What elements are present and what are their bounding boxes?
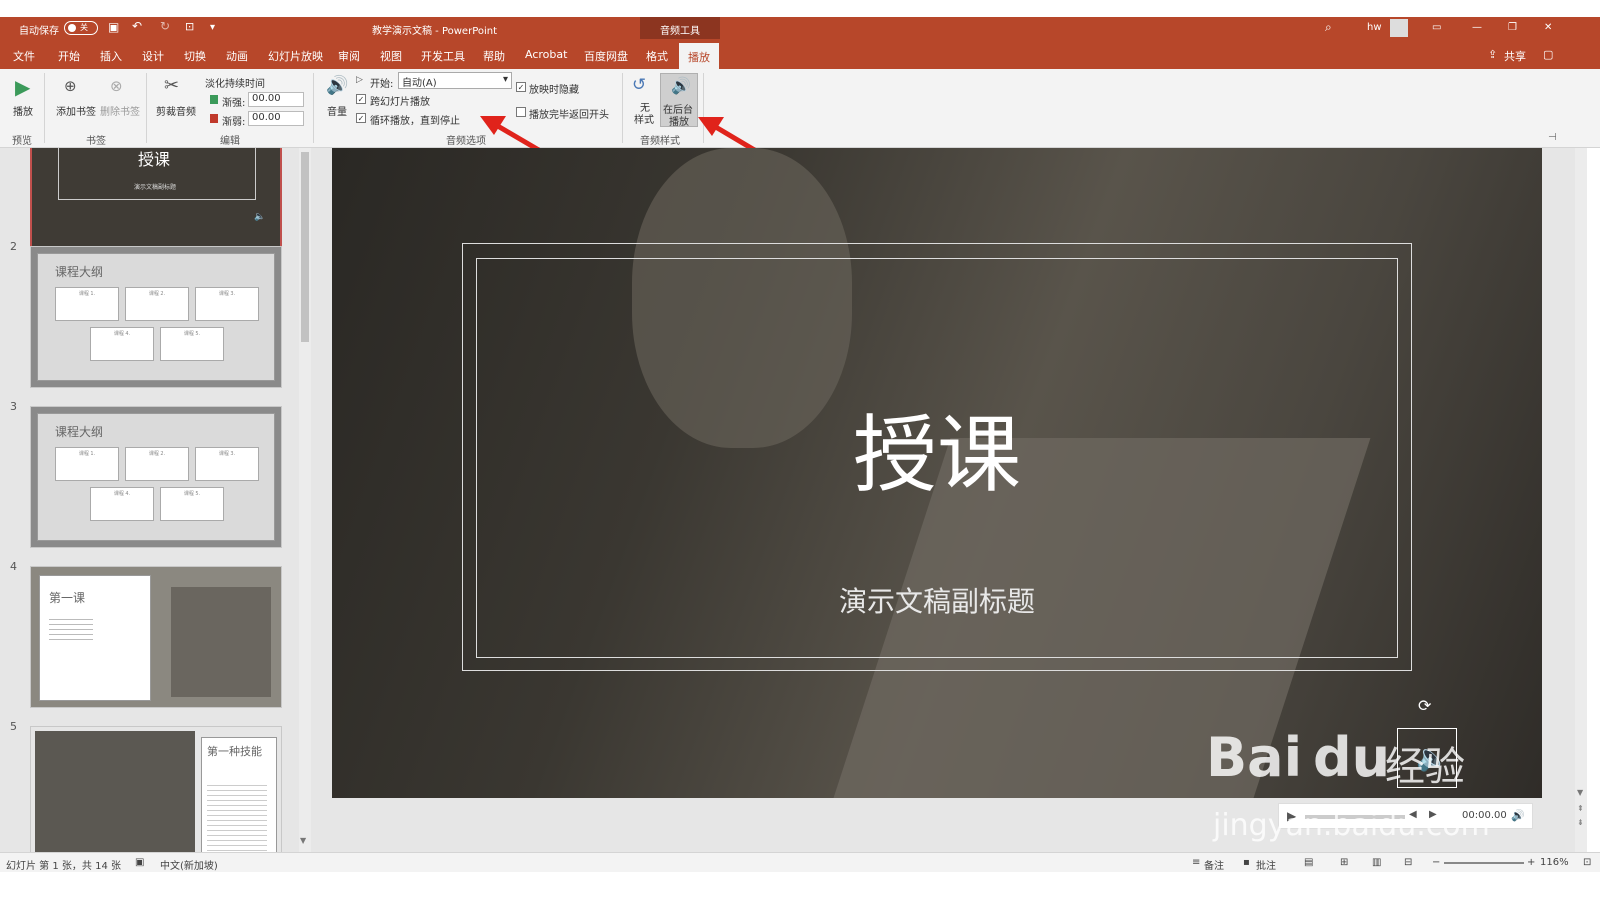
thumb-card: 课程 5.	[160, 487, 224, 521]
thumb-card: 课程 5.	[160, 327, 224, 361]
status-bar: 幻灯片 第 1 张，共 14 张 ▣ 中文(新加坡) ≡ 备注 ▪ 批注 ▤ ⊞…	[0, 852, 1600, 872]
slide-thumbnail-3[interactable]: 课程大纲 课程 1. 课程 2. 课程 3. 课程 4. 课程 5.	[30, 406, 282, 548]
slide-number: 2	[10, 240, 17, 253]
rotate-handle-icon[interactable]: ⟳	[1418, 696, 1431, 715]
scrollbar-thumb[interactable]	[301, 152, 309, 342]
zoom-in-icon[interactable]: +	[1527, 857, 1535, 868]
thumb5-title: 第一种技能	[207, 745, 262, 758]
thumb-card: 课程 1.	[55, 287, 119, 321]
thumb-card: 课程 3.	[195, 447, 259, 481]
notes-button[interactable]: 备注	[1204, 857, 1224, 872]
thumb3-title: 课程大纲	[55, 425, 104, 439]
slide-number: 4	[10, 560, 17, 573]
slide-subtitle[interactable]: 演示文稿副标题	[476, 580, 1398, 620]
thumb-photo	[171, 587, 271, 697]
prev-slide-icon[interactable]: ⇞	[1577, 804, 1584, 813]
slide-thumbnail-2[interactable]: 课程大纲 课程 1. 课程 2. 课程 3. 课程 4. 课程 5.	[30, 246, 282, 388]
spellcheck-icon[interactable]: ▣	[135, 857, 144, 868]
slide-title[interactable]: 授课	[476, 388, 1398, 509]
mute-icon[interactable]: 🔊	[1511, 809, 1525, 822]
powerpoint-window: 自动保存 关 ▣ ↶ ↻ ⊡ ▾ 教学演示文稿 - PowerPoint ⌕ h…	[0, 0, 1600, 900]
reading-view-icon[interactable]: ▥	[1372, 857, 1381, 868]
thumb-card: 课程 1.	[55, 447, 119, 481]
thumb-text-lines	[49, 615, 93, 641]
thumb-photo	[35, 731, 195, 852]
thumb1-subtitle: 演示文稿副标题	[134, 184, 177, 191]
comments-button[interactable]: 批注	[1256, 857, 1276, 872]
slideshow-view-icon[interactable]: ⊟	[1404, 857, 1412, 868]
fit-to-window-icon[interactable]: ⊡	[1583, 857, 1591, 868]
thumb-card: 课程 4.	[90, 487, 154, 521]
normal-view-icon[interactable]: ▤	[1304, 857, 1313, 868]
watermark-url: jingyan.baidu.com	[1213, 808, 1490, 843]
thumb-card: 课程 3.	[195, 287, 259, 321]
red-arrow-head	[698, 117, 724, 136]
red-arrow-head	[480, 116, 506, 135]
scroll-down-icon[interactable]: ▼	[300, 836, 306, 845]
thumb4-title: 第一课	[49, 591, 86, 605]
editor-scrollbar[interactable]: ▼ ⇞ ⇟	[1575, 148, 1587, 852]
slide-number: 5	[10, 720, 17, 733]
thumb-card: 课程 4.	[90, 327, 154, 361]
next-slide-icon[interactable]: ⇟	[1577, 818, 1584, 827]
language[interactable]: 中文(新加坡)	[160, 857, 218, 872]
slide-editor: 授课 演示文稿副标题 🔈 ⟳ ▶ ◀ ▶ 00:00.00 🔊 Bai du 经…	[313, 148, 1587, 852]
comments-icon[interactable]: ▪	[1243, 857, 1250, 868]
slides-pane: 授课 演示文稿副标题 🔈 2 课程大纲 课程 1. 课程 2. 课程 3. 课程…	[0, 148, 313, 852]
watermark-brand: Bai	[1206, 726, 1303, 789]
notes-icon[interactable]: ≡	[1192, 857, 1200, 868]
zoom-slider[interactable]	[1444, 862, 1524, 864]
watermark-brand-2: du	[1313, 726, 1391, 789]
thumb2-title: 课程大纲	[55, 265, 104, 279]
audio-icon: 🔈	[254, 212, 266, 222]
slides-scrollbar[interactable]: ▼	[299, 148, 311, 852]
thumb-card: 课程 2.	[125, 447, 189, 481]
slide-thumbnail-5[interactable]: 第一种技能	[30, 726, 282, 852]
slide-number: 3	[10, 400, 17, 413]
thumb1-title: 授课	[138, 150, 171, 169]
slide-count: 幻灯片 第 1 张，共 14 张	[6, 861, 121, 872]
thumb-text-lines	[207, 781, 267, 852]
zoom-level[interactable]: 116%	[1540, 857, 1569, 868]
watermark-cn: 经验	[1385, 744, 1465, 790]
slide-canvas[interactable]: 授课 演示文稿副标题 🔈 ⟳	[332, 148, 1542, 798]
zoom-out-icon[interactable]: −	[1432, 857, 1440, 868]
slide-sorter-icon[interactable]: ⊞	[1340, 857, 1348, 868]
slide-thumbnail-4[interactable]: 第一课	[30, 566, 282, 708]
scroll-down-icon[interactable]: ▼	[1577, 788, 1583, 797]
thumb-card: 课程 2.	[125, 287, 189, 321]
